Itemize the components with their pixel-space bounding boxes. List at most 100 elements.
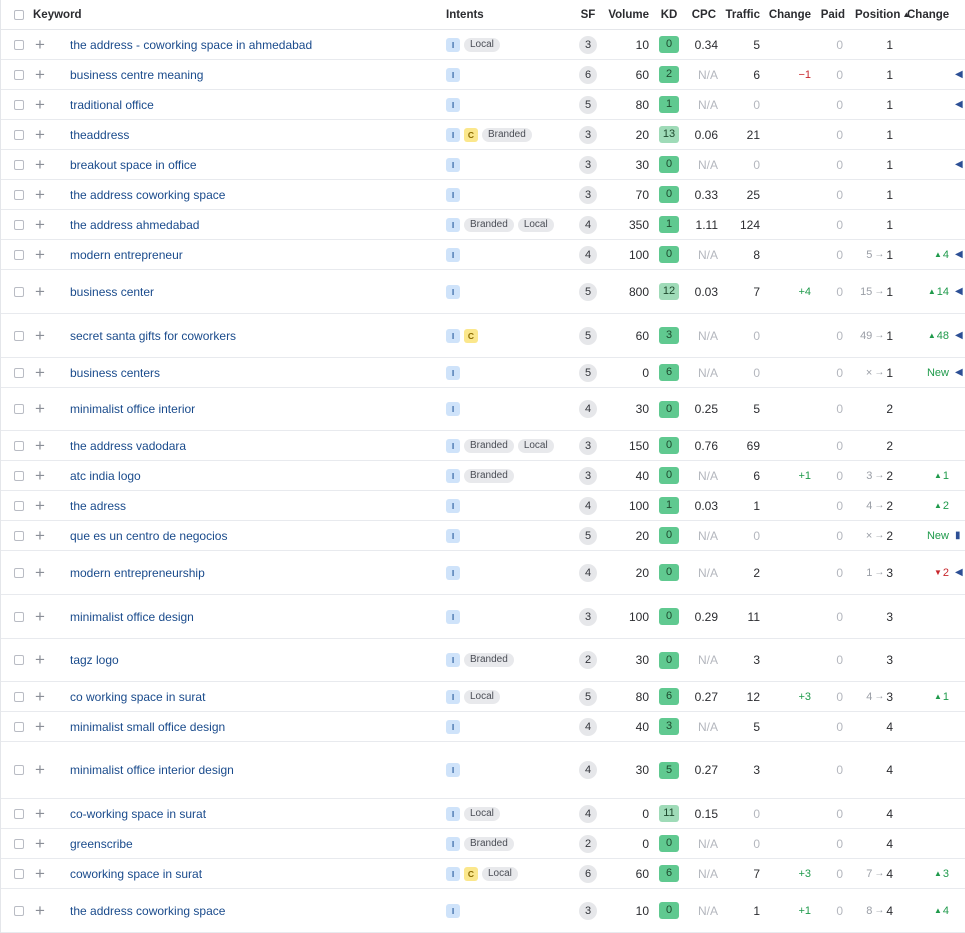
serp-features-count[interactable]: 4 <box>579 761 597 779</box>
keyword-link[interactable]: que es un centro de negocios <box>70 529 227 543</box>
serp-feature-icon[interactable]: ◀ <box>955 367 963 378</box>
header-paid[interactable]: Paid <box>821 0 845 29</box>
add-to-list-icon[interactable]: + <box>33 120 47 149</box>
add-to-list-icon[interactable]: + <box>33 799 47 828</box>
keyword-link[interactable]: breakout space in office <box>70 158 197 172</box>
row-checkbox[interactable] <box>14 99 24 110</box>
serp-features-count[interactable]: 4 <box>579 804 597 823</box>
serp-features-count[interactable]: 5 <box>579 687 597 706</box>
keyword-link[interactable]: the address vadodara <box>70 439 186 453</box>
row-checkbox[interactable] <box>14 249 24 260</box>
serp-features-count[interactable]: 3 <box>579 185 597 204</box>
keyword-link[interactable]: greenscribe <box>70 837 133 851</box>
serp-feature-icon[interactable]: ◀ <box>955 159 963 170</box>
serp-feature-icon[interactable]: ◀ <box>955 567 963 578</box>
serp-features-count[interactable]: 6 <box>579 864 597 883</box>
add-to-list-icon[interactable]: + <box>33 270 47 313</box>
add-to-list-icon[interactable]: + <box>33 521 47 550</box>
header-traffic-change[interactable]: Change <box>769 0 811 29</box>
add-to-list-icon[interactable]: + <box>33 210 47 239</box>
serp-features-count[interactable]: 3 <box>579 466 597 485</box>
serp-features-count[interactable]: 4 <box>579 215 597 234</box>
serp-feature-icon[interactable]: ◀ <box>955 99 963 110</box>
keyword-link[interactable]: theaddress <box>70 128 129 142</box>
row-checkbox[interactable] <box>14 530 24 541</box>
add-to-list-icon[interactable]: + <box>33 358 47 387</box>
add-to-list-icon[interactable]: + <box>33 180 47 209</box>
header-kd[interactable]: KD <box>659 0 679 29</box>
keyword-link[interactable]: business centre meaning <box>70 68 203 82</box>
row-checkbox[interactable] <box>14 838 24 849</box>
row-checkbox[interactable] <box>14 655 24 665</box>
serp-features-count[interactable]: 2 <box>579 651 597 669</box>
keyword-link[interactable]: minimalist small office design <box>70 720 225 734</box>
keyword-link[interactable]: minimalist office interior <box>70 402 195 416</box>
serp-features-count[interactable]: 4 <box>579 496 597 515</box>
keyword-link[interactable]: atc india logo <box>70 469 141 483</box>
add-to-list-icon[interactable]: + <box>33 30 47 59</box>
serp-features-count[interactable]: 5 <box>579 282 597 301</box>
keyword-link[interactable]: coworking space in surat <box>70 867 202 881</box>
add-to-list-icon[interactable]: + <box>33 829 47 858</box>
serp-feature-icon[interactable]: ▮ <box>955 530 961 541</box>
keyword-link[interactable]: secret santa gifts for coworkers <box>70 329 236 343</box>
serp-features-count[interactable]: 5 <box>579 526 597 545</box>
row-checkbox[interactable] <box>14 367 24 378</box>
serp-features-count[interactable]: 3 <box>579 155 597 174</box>
row-checkbox[interactable] <box>14 765 24 775</box>
add-to-list-icon[interactable]: + <box>33 240 47 269</box>
keyword-link[interactable]: the address coworking space <box>70 188 225 202</box>
keyword-link[interactable]: modern entrepreneurship <box>70 566 205 580</box>
row-checkbox[interactable] <box>14 808 24 819</box>
header-position-change[interactable]: Change <box>907 0 949 29</box>
add-to-list-icon[interactable]: + <box>33 90 47 119</box>
row-checkbox[interactable] <box>14 691 24 702</box>
add-to-list-icon[interactable]: + <box>33 742 47 798</box>
keyword-link[interactable]: minimalist office interior design <box>70 763 234 777</box>
serp-features-count[interactable]: 2 <box>579 834 597 853</box>
select-all-checkbox[interactable] <box>14 9 24 20</box>
keyword-link[interactable]: the address coworking space <box>70 904 225 918</box>
serp-features-count[interactable]: 5 <box>579 95 597 114</box>
serp-features-count[interactable]: 4 <box>579 717 597 736</box>
add-to-list-icon[interactable]: + <box>33 388 47 430</box>
serp-features-count[interactable]: 3 <box>579 436 597 455</box>
header-keyword[interactable]: Keyword <box>33 0 82 29</box>
add-to-list-icon[interactable]: + <box>33 314 47 357</box>
keyword-link[interactable]: minimalist office design <box>70 610 194 624</box>
row-checkbox[interactable] <box>14 905 24 916</box>
row-checkbox[interactable] <box>14 189 24 200</box>
row-checkbox[interactable] <box>14 868 24 879</box>
serp-features-count[interactable]: 3 <box>579 125 597 144</box>
header-intents[interactable]: Intents <box>446 0 484 29</box>
serp-features-count[interactable]: 3 <box>579 901 597 920</box>
serp-features-count[interactable]: 6 <box>579 65 597 84</box>
serp-feature-icon[interactable]: ◀ <box>955 249 963 260</box>
row-checkbox[interactable] <box>14 219 24 230</box>
row-checkbox[interactable] <box>14 440 24 451</box>
add-to-list-icon[interactable]: + <box>33 712 47 741</box>
keyword-link[interactable]: the adress <box>70 499 126 513</box>
row-checkbox[interactable] <box>14 286 24 297</box>
header-traffic[interactable]: Traffic <box>723 0 760 29</box>
keyword-link[interactable]: business center <box>70 285 154 299</box>
serp-features-count[interactable]: 5 <box>579 363 597 382</box>
add-to-list-icon[interactable]: + <box>33 859 47 888</box>
row-checkbox[interactable] <box>14 39 24 50</box>
serp-features-count[interactable]: 4 <box>579 400 597 418</box>
row-checkbox[interactable] <box>14 500 24 511</box>
keyword-link[interactable]: the address ahmedabad <box>70 218 199 232</box>
keyword-link[interactable]: modern entrepreneur <box>70 248 183 262</box>
add-to-list-icon[interactable]: + <box>33 639 47 681</box>
serp-features-count[interactable]: 5 <box>579 326 597 345</box>
row-checkbox[interactable] <box>14 69 24 80</box>
header-cpc[interactable]: CPC <box>691 0 716 29</box>
header-sf[interactable]: SF <box>576 0 600 29</box>
keyword-link[interactable]: business centers <box>70 366 160 380</box>
add-to-list-icon[interactable]: + <box>33 491 47 520</box>
add-to-list-icon[interactable]: + <box>33 461 47 490</box>
keyword-link[interactable]: tagz logo <box>70 653 119 667</box>
add-to-list-icon[interactable]: + <box>33 595 47 638</box>
keyword-link[interactable]: co-working space in surat <box>70 807 206 821</box>
header-volume[interactable]: Volume <box>601 0 649 29</box>
